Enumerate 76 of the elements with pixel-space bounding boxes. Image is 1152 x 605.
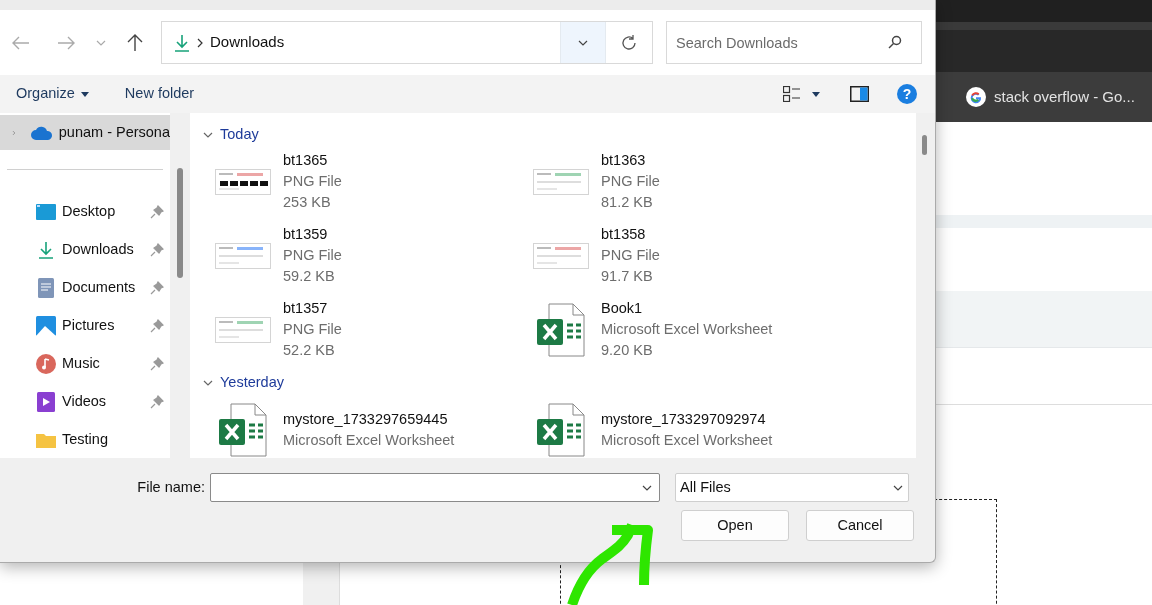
search-field[interactable]: Search Downloads bbox=[666, 21, 922, 64]
scrollbar-thumb[interactable] bbox=[921, 135, 927, 155]
navigation-label: Downloads bbox=[62, 240, 134, 260]
spreadsheet-icon bbox=[536, 302, 585, 357]
view-options-button[interactable] bbox=[783, 86, 820, 102]
group-header[interactable]: Today bbox=[202, 122, 916, 148]
file-type: PNG File bbox=[601, 246, 660, 265]
download-icon bbox=[174, 33, 190, 52]
file-size: 9.20 KB bbox=[601, 341, 654, 360]
navigation-label: Pictures bbox=[62, 316, 115, 336]
desktop-icon bbox=[36, 204, 56, 220]
file-type: PNG File bbox=[283, 320, 342, 339]
file-item[interactable]: mystore_1733297092974 Microsoft Excel Worksheet bbox=[520, 398, 838, 458]
up-button[interactable] bbox=[127, 33, 143, 52]
refresh-icon bbox=[620, 33, 638, 52]
file-name: mystore_1733297659445 bbox=[283, 409, 449, 429]
video-icon bbox=[37, 392, 55, 412]
scrollbar-thumb[interactable] bbox=[177, 168, 183, 278]
navigation-label: Documents bbox=[62, 278, 136, 298]
details-view-icon bbox=[783, 86, 800, 102]
group-header[interactable]: Yesterday bbox=[202, 370, 916, 396]
help-button[interactable]: ? bbox=[897, 84, 917, 104]
file-size: 52.2 KB bbox=[283, 341, 336, 360]
preview-pane-button[interactable] bbox=[850, 86, 869, 102]
address-bar[interactable]: Downloads bbox=[161, 21, 653, 64]
music-note-icon bbox=[36, 354, 56, 374]
file-item[interactable]: bt1363 PNG File 81.2 KB bbox=[520, 150, 838, 213]
file-type: PNG File bbox=[283, 246, 342, 265]
navigation-label: punam - Persona bbox=[58, 122, 170, 142]
file-item[interactable]: bt1365 PNG File 253 KB bbox=[202, 150, 520, 213]
file-item[interactable]: Book1 Microsoft Excel Worksheet 9.20 KB bbox=[520, 298, 838, 361]
document-icon bbox=[38, 278, 54, 298]
download-icon bbox=[38, 241, 54, 259]
search-icon bbox=[888, 35, 902, 49]
file-size: 59.2 KB bbox=[283, 267, 336, 286]
back-button[interactable] bbox=[12, 35, 32, 50]
file-name: mystore_1733297092974 bbox=[601, 409, 767, 429]
google-logo-icon bbox=[966, 87, 986, 107]
file-name: bt1357 bbox=[283, 299, 329, 318]
file-item[interactable]: mystore_1733297659445 Microsoft Excel Worksheet bbox=[202, 398, 520, 458]
forward-button[interactable] bbox=[57, 35, 77, 50]
file-type: Microsoft Excel Worksheet bbox=[601, 430, 773, 450]
navigation-label: Music bbox=[62, 354, 100, 374]
file-size: 91.7 KB bbox=[601, 267, 654, 286]
file-type: PNG File bbox=[283, 172, 342, 191]
field-label: File name: bbox=[136, 477, 206, 497]
cancel-button[interactable]: Cancel bbox=[806, 510, 914, 541]
file-name: bt1358 bbox=[601, 225, 647, 244]
file-name: Book1 bbox=[601, 299, 644, 318]
navigation-label: Desktop bbox=[62, 202, 116, 222]
file-type: Microsoft Excel Worksheet bbox=[283, 430, 455, 450]
file-name: bt1365 bbox=[283, 151, 329, 170]
navigation-label: Videos bbox=[62, 392, 107, 412]
caret-icon bbox=[812, 91, 820, 97]
image-icon bbox=[36, 316, 56, 336]
file-name: bt1359 bbox=[283, 225, 329, 244]
file-item[interactable]: bt1358 PNG File 91.7 KB bbox=[520, 224, 838, 287]
file-type: PNG File bbox=[601, 172, 660, 191]
file-size: 81.2 KB bbox=[601, 193, 654, 212]
bookmark-link[interactable]: stack overflow - Go... bbox=[994, 85, 1135, 109]
file-item[interactable]: bt1359 PNG File 59.2 KB bbox=[202, 224, 520, 287]
file-name: bt1363 bbox=[601, 151, 647, 170]
file-name-field[interactable] bbox=[210, 473, 660, 502]
caret-icon bbox=[80, 91, 89, 97]
navigation-item[interactable]: punam - Persona bbox=[0, 115, 170, 150]
navigation-label: Testing bbox=[62, 430, 108, 450]
file-item[interactable]: bt1357 PNG File 52.2 KB bbox=[202, 298, 520, 361]
organize-menu-button[interactable]: Organize bbox=[16, 83, 89, 105]
new-folder-button[interactable]: New folder bbox=[124, 83, 195, 105]
address-path[interactable]: Downloads bbox=[210, 31, 285, 54]
file-type: Microsoft Excel Worksheet bbox=[601, 320, 773, 339]
file-type-dropdown[interactable]: All Files bbox=[675, 473, 909, 502]
folder-icon bbox=[36, 432, 56, 448]
open-button[interactable]: Open bbox=[681, 510, 789, 541]
cloud-icon bbox=[30, 125, 53, 140]
file-size: 253 KB bbox=[283, 193, 332, 212]
